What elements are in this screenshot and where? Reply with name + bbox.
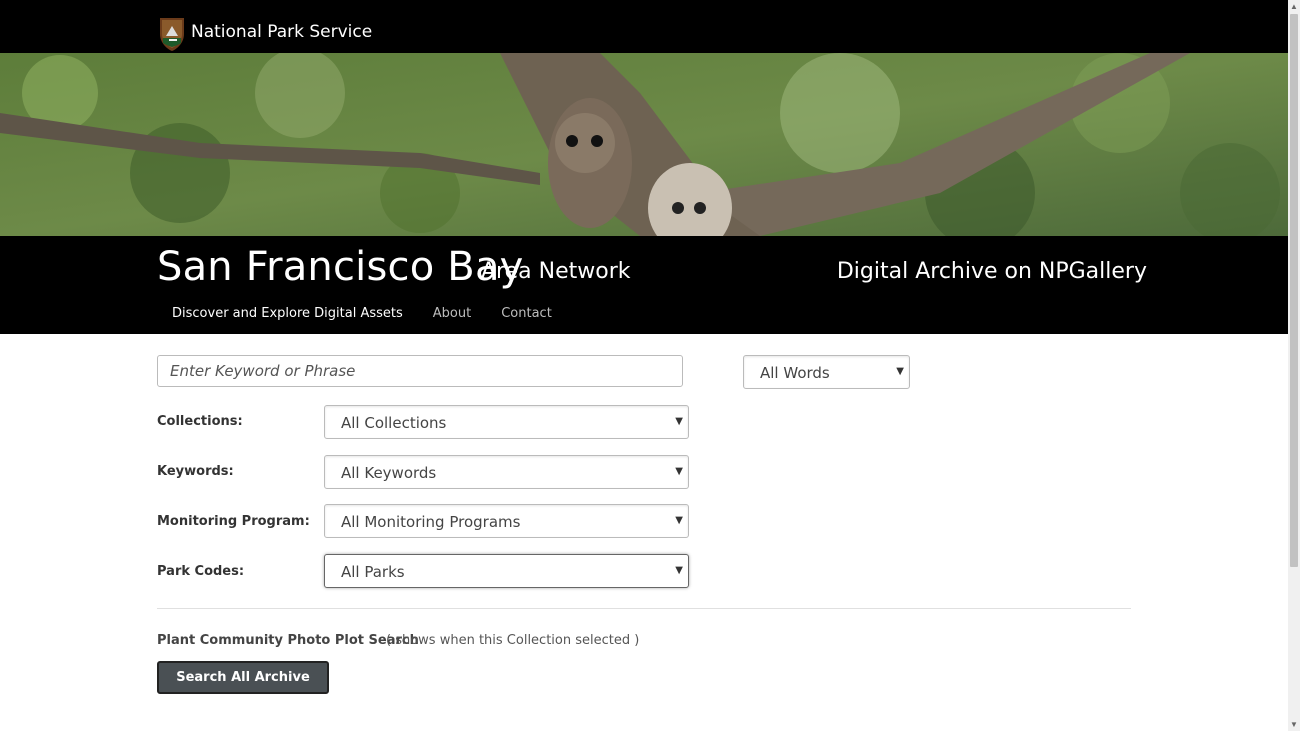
top-bar: National Park Service bbox=[0, 0, 1288, 53]
keywords-value: All Keywords bbox=[341, 464, 437, 482]
title-bar: San Francisco Bay Area Network Digital A… bbox=[0, 236, 1288, 334]
org-name[interactable]: National Park Service bbox=[191, 22, 372, 42]
match-mode-select[interactable]: All Words ▼ bbox=[743, 355, 910, 389]
chevron-down-icon: ▼ bbox=[675, 466, 683, 477]
nav-contact[interactable]: Contact bbox=[486, 306, 567, 321]
monitoring-program-value: All Monitoring Programs bbox=[341, 513, 521, 531]
plot-search-note: ( shows when this Collection selected ) bbox=[386, 633, 640, 648]
park-codes-value: All Parks bbox=[341, 563, 405, 581]
nav-about[interactable]: About bbox=[418, 306, 486, 321]
network-title: San Francisco Bay bbox=[157, 244, 524, 290]
park-codes-select[interactable]: All Parks ▼ bbox=[324, 554, 689, 588]
collections-label: Collections: bbox=[157, 414, 243, 429]
keyword-search-input[interactable] bbox=[157, 355, 683, 387]
divider bbox=[157, 608, 1131, 609]
scroll-thumb[interactable] bbox=[1290, 14, 1298, 567]
main-nav: Discover and Explore Digital Assets Abou… bbox=[157, 306, 567, 321]
nav-discover[interactable]: Discover and Explore Digital Assets bbox=[157, 306, 418, 321]
chevron-down-icon: ▼ bbox=[675, 515, 683, 526]
monitoring-program-label: Monitoring Program: bbox=[157, 514, 310, 529]
chevron-down-icon: ▼ bbox=[675, 416, 683, 427]
keywords-label: Keywords: bbox=[157, 464, 234, 479]
hero-banner-image bbox=[0, 53, 1288, 236]
nps-arrowhead-icon[interactable] bbox=[157, 16, 187, 52]
chevron-down-icon: ▼ bbox=[896, 366, 904, 377]
search-all-button[interactable]: Search All Archive Assets bbox=[157, 661, 329, 714]
collections-value: All Collections bbox=[341, 414, 447, 432]
scroll-up-icon[interactable]: ▲ bbox=[1290, 2, 1298, 11]
collections-select[interactable]: All Collections ▼ bbox=[324, 405, 689, 439]
park-codes-label: Park Codes: bbox=[157, 564, 245, 579]
monitoring-program-select[interactable]: All Monitoring Programs ▼ bbox=[324, 504, 689, 538]
plot-search-label: Plant Community Photo Plot Search bbox=[157, 633, 419, 648]
vertical-scrollbar[interactable]: ▲ ▼ bbox=[1288, 0, 1300, 731]
archive-title: Digital Archive on NPGallery bbox=[836, 259, 1147, 284]
match-mode-value: All Words bbox=[760, 364, 830, 382]
keywords-select[interactable]: All Keywords ▼ bbox=[324, 455, 689, 489]
scroll-down-icon[interactable]: ▼ bbox=[1290, 720, 1298, 729]
chevron-down-icon: ▼ bbox=[675, 565, 683, 576]
network-subtitle: Area Network bbox=[481, 259, 631, 284]
